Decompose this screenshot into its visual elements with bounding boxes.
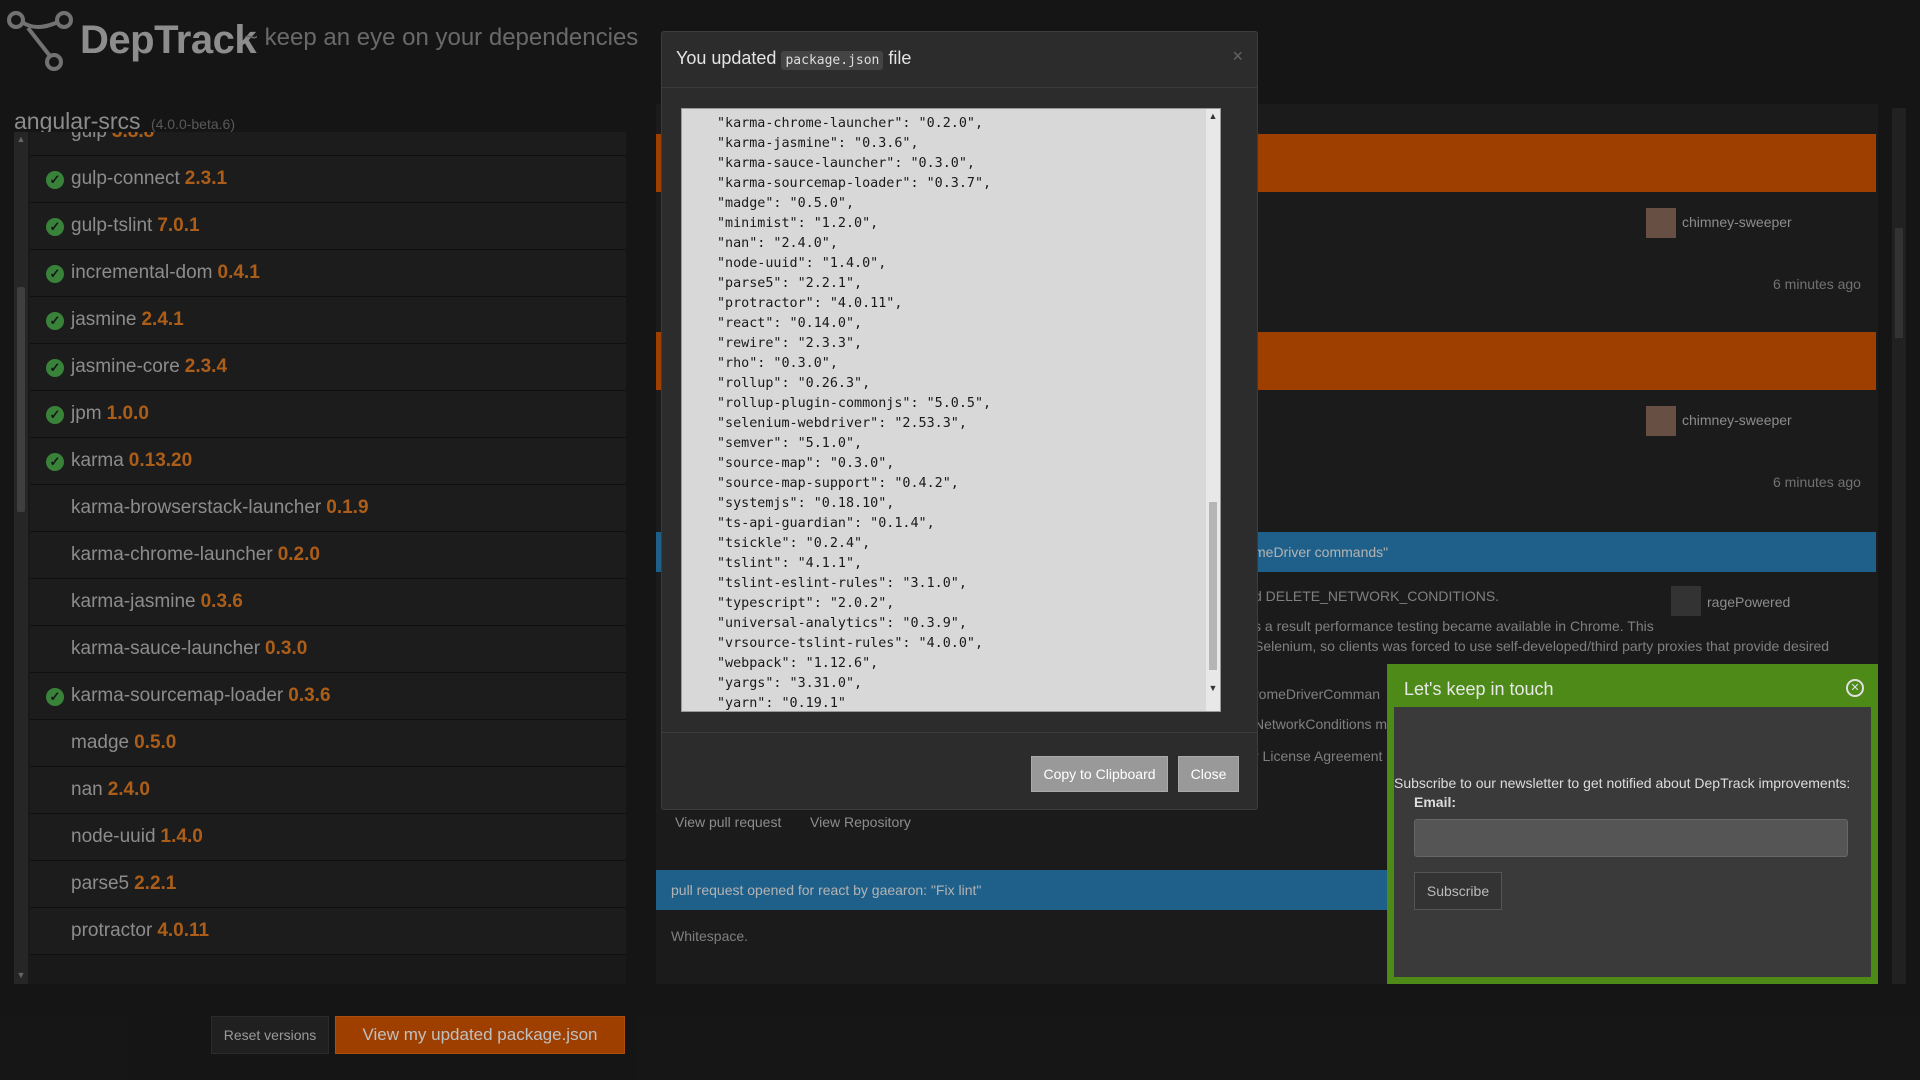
newsletter-title: Let's keep in touch [1404,679,1554,699]
code-content: "karma-chrome-launcher": "0.2.0", "karma-… [717,114,992,711]
package-json-textarea[interactable]: "karma-chrome-launcher": "0.2.0", "karma-… [681,108,1221,712]
code-line: "karma-sourcemap-loader": "0.3.7", [717,176,992,191]
code-line: "tslint": "4.1.1", [717,556,863,571]
newsletter-text: Subscribe to our newsletter to get notif… [1394,775,1851,791]
code-line: "protractor": "4.0.11", [717,296,903,311]
code-line: "typescript": "2.0.2", [717,596,895,611]
scrollbar-thumb[interactable] [1209,502,1217,670]
subscribe-button[interactable]: Subscribe [1414,872,1502,910]
code-line: "rollup": "0.26.3", [717,376,871,391]
code-line: "karma-chrome-launcher": "0.2.0", [717,116,984,131]
code-line: "yargs": "3.31.0", [717,676,863,691]
code-line: "yarn": "0.19.1" [717,696,846,711]
code-line: "react": "0.14.0", [717,316,863,331]
modal-header: You updated package.json file × [662,32,1257,88]
code-line: "rewire": "2.3.3", [717,336,863,351]
code-line: "parse5": "2.2.1", [717,276,863,291]
email-field[interactable] [1414,819,1848,857]
code-line: "systemjs": "0.18.10", [717,496,895,511]
code-line: "selenium-webdriver": "2.53.3", [717,416,967,431]
code-line: "tsickle": "0.2.4", [717,536,871,551]
close-button[interactable]: Close [1178,756,1239,792]
modal-footer: Copy to Clipboard Close [662,732,1257,810]
newsletter-header: Let's keep in touch ✕ [1394,671,1871,707]
modal-title-prefix: You updated [676,48,777,68]
scroll-up-arrow-icon[interactable]: ▲ [1206,111,1220,121]
code-line: "rho": "0.3.0", [717,356,838,371]
code-line: "webpack": "1.12.6", [717,656,879,671]
code-scrollbar[interactable]: ▲ ▼ [1206,109,1220,711]
code-line: "node-uuid": "1.4.0", [717,256,887,271]
code-line: "madge": "0.5.0", [717,196,855,211]
code-line: "rollup-plugin-commonjs": "5.0.5", [717,396,992,411]
modal-title-suffix: file [888,48,912,68]
code-line: "vrsource-tslint-rules": "4.0.0", [717,636,984,651]
email-label: Email: [1414,794,1457,810]
close-icon[interactable]: × [1232,46,1243,67]
close-circle-icon[interactable]: ✕ [1846,679,1864,697]
code-line: "karma-sauce-launcher": "0.3.0", [717,156,975,171]
code-line: "source-map-support": "0.4.2", [717,476,959,491]
code-line: "minimist": "1.2.0", [717,216,879,231]
copy-to-clipboard-button[interactable]: Copy to Clipboard [1031,756,1168,792]
modal-title-file: package.json [781,51,884,70]
newsletter-popup: Let's keep in touch ✕ Subscribe to our n… [1387,664,1878,984]
scroll-down-arrow-icon[interactable]: ▼ [1206,683,1220,693]
code-line: "nan": "2.4.0", [717,236,838,251]
package-json-modal: You updated package.json file × "karma-c… [661,31,1258,810]
code-line: "universal-analytics": "0.3.9", [717,616,967,631]
code-line: "semver": "5.1.0", [717,436,863,451]
code-line: "source-map": "0.3.0", [717,456,895,471]
code-line: "tslint-eslint-rules": "3.1.0", [717,576,967,591]
code-line: "karma-jasmine": "0.3.6", [717,136,919,151]
code-line: "ts-api-guardian": "0.1.4", [717,516,935,531]
